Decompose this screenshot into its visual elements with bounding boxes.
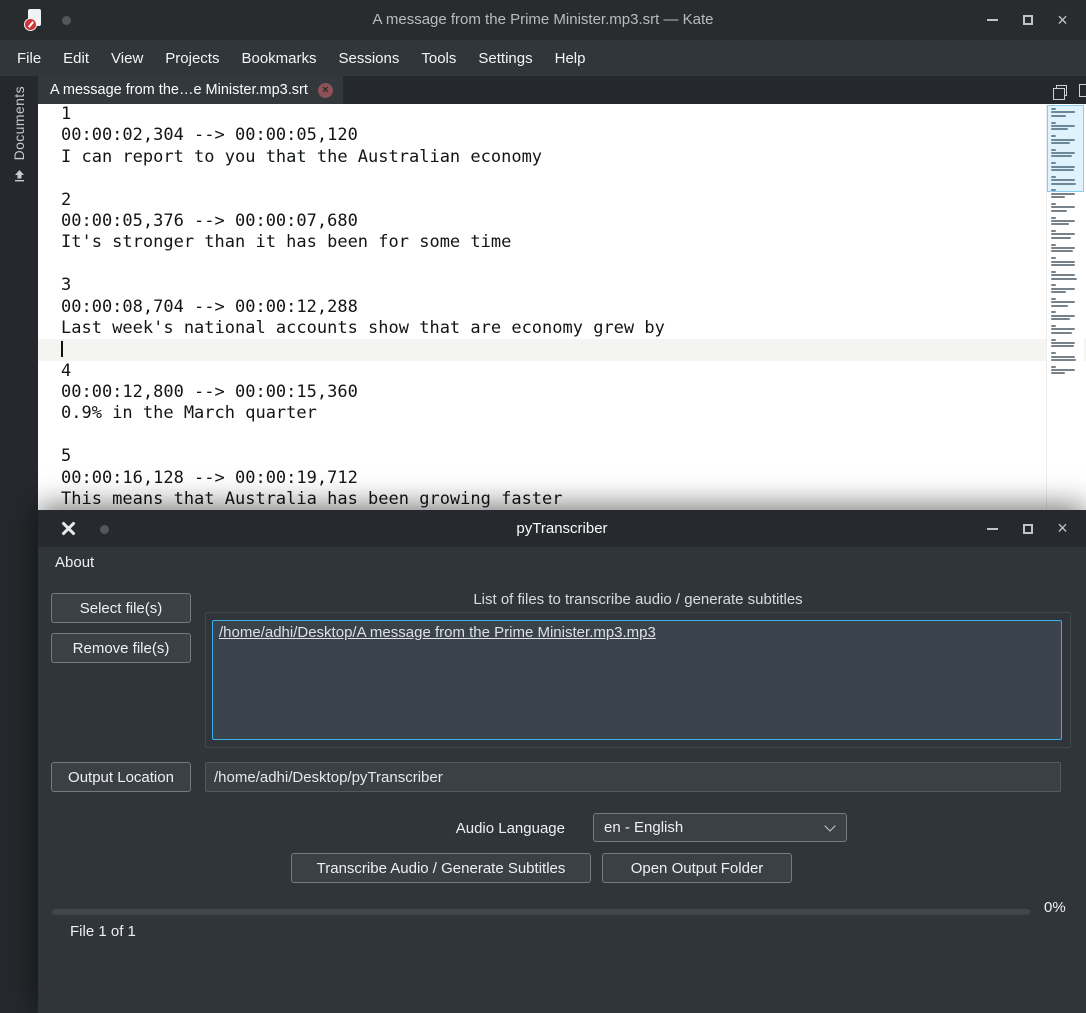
menu-item-projects[interactable]: Projects bbox=[154, 50, 230, 67]
editor-line[interactable] bbox=[38, 339, 1086, 361]
documents-sidebar[interactable]: Documents bbox=[0, 76, 38, 1013]
text-editor[interactable]: 1 00:00:02,304 --> 00:00:05,120 I can repo… bbox=[38, 104, 1086, 510]
progress-percent: 0% bbox=[1044, 899, 1066, 916]
menu-item-settings[interactable]: Settings bbox=[467, 50, 543, 67]
editor-lines: 1 00:00:02,304 --> 00:00:05,120 I can repo… bbox=[38, 104, 1086, 510]
editor-line[interactable]: This means that Australia has been growi… bbox=[38, 489, 1086, 510]
close-icon[interactable]: × bbox=[1045, 0, 1080, 40]
menu-item-file[interactable]: File bbox=[6, 50, 52, 67]
minimap-viewport[interactable] bbox=[1047, 105, 1084, 192]
audio-language-label: Audio Language bbox=[455, 820, 565, 837]
select-files-button[interactable]: Select file(s) bbox=[51, 593, 191, 623]
pytranscriber-window-controls: × bbox=[975, 510, 1080, 547]
audio-language-select[interactable]: en - English bbox=[593, 813, 847, 842]
tab-close-icon[interactable]: × bbox=[317, 82, 333, 98]
editor-line[interactable]: 1 bbox=[38, 104, 1086, 125]
file-list-item[interactable]: /home/adhi/Desktop/A message from the Pr… bbox=[219, 624, 1055, 641]
files-group-title: List of files to transcribe audio / gene… bbox=[473, 591, 803, 608]
kate-menubar: File Edit View Projects Bookmarks Sessions Too… bbox=[0, 40, 1086, 76]
audio-language-value: en - English bbox=[604, 819, 684, 836]
desktop: A message from the Prime Minister.mp3.sr… bbox=[0, 0, 1086, 1013]
pytranscriber-menubar: About bbox=[38, 547, 1086, 577]
output-location-button[interactable]: Output Location bbox=[51, 762, 191, 792]
pytranscriber-titlebar[interactable]: pyTranscriber × bbox=[38, 510, 1086, 547]
editor-line[interactable]: 00:00:16,128 --> 00:00:19,712 bbox=[38, 468, 1086, 489]
menu-item-sessions[interactable]: Sessions bbox=[328, 50, 411, 67]
menu-item-tools[interactable]: Tools bbox=[410, 50, 467, 67]
editor-line[interactable]: 2 bbox=[38, 190, 1086, 211]
editor-line[interactable] bbox=[38, 254, 1086, 275]
tab-srt-file[interactable]: A message from the…e Minister.mp3.srt × bbox=[38, 76, 343, 104]
tabbar-actions bbox=[1053, 76, 1086, 104]
duplicate-view-icon[interactable] bbox=[1053, 84, 1067, 100]
file-list[interactable]: /home/adhi/Desktop/A message from the Pr… bbox=[212, 620, 1062, 740]
editor-line[interactable]: 00:00:02,304 --> 00:00:05,120 bbox=[38, 125, 1086, 146]
kate-window-controls: × bbox=[975, 0, 1080, 40]
editor-line[interactable] bbox=[38, 168, 1086, 189]
open-output-folder-button[interactable]: Open Output Folder bbox=[602, 853, 792, 883]
editor-line[interactable]: 0.9% in the March quarter bbox=[38, 403, 1086, 424]
transcribe-button[interactable]: Transcribe Audio / Generate Subtitles bbox=[291, 853, 591, 883]
remove-files-button[interactable]: Remove file(s) bbox=[51, 633, 191, 663]
tab-label: A message from the…e Minister.mp3.srt bbox=[50, 82, 308, 98]
kate-tabbar: A message from the…e Minister.mp3.srt × bbox=[38, 76, 1086, 104]
minimize-icon[interactable] bbox=[975, 0, 1010, 40]
editor-line[interactable]: 00:00:05,376 --> 00:00:07,680 bbox=[38, 211, 1086, 232]
editor-line[interactable]: 5 bbox=[38, 446, 1086, 467]
pytranscriber-window: pyTranscriber × About Select file(s) Rem… bbox=[38, 510, 1086, 1013]
raise-panel-icon bbox=[14, 170, 24, 182]
file-counter: File 1 of 1 bbox=[70, 923, 136, 940]
progress-bar bbox=[51, 907, 1031, 915]
menu-item-bookmarks[interactable]: Bookmarks bbox=[230, 50, 327, 67]
editor-line[interactable]: 3 bbox=[38, 275, 1086, 296]
menu-item-edit[interactable]: Edit bbox=[52, 50, 100, 67]
editor-line[interactable] bbox=[38, 425, 1086, 446]
split-view-icon[interactable] bbox=[1079, 83, 1086, 97]
maximize-icon[interactable] bbox=[1010, 510, 1045, 547]
close-icon[interactable]: × bbox=[1045, 510, 1080, 547]
kate-titlebar[interactable]: A message from the Prime Minister.mp3.sr… bbox=[0, 0, 1086, 40]
output-location-field[interactable]: /home/adhi/Desktop/pyTranscriber bbox=[205, 762, 1061, 792]
documents-sidebar-label[interactable]: Documents bbox=[11, 86, 27, 160]
menu-item-view[interactable]: View bbox=[100, 50, 154, 67]
maximize-icon[interactable] bbox=[1010, 0, 1045, 40]
pytranscriber-window-title: pyTranscriber bbox=[516, 520, 608, 537]
editor-line[interactable]: 00:00:12,800 --> 00:00:15,360 bbox=[38, 382, 1086, 403]
menu-item-help[interactable]: Help bbox=[544, 50, 597, 67]
editor-line[interactable]: I can report to you that the Australian … bbox=[38, 147, 1086, 168]
minimap[interactable] bbox=[1046, 104, 1084, 510]
minimize-icon[interactable] bbox=[975, 510, 1010, 547]
text-cursor bbox=[61, 341, 63, 358]
editor-line[interactable]: Last week's national accounts show that … bbox=[38, 318, 1086, 339]
kate-window-title: A message from the Prime Minister.mp3.sr… bbox=[372, 11, 714, 28]
menu-item-about[interactable]: About bbox=[55, 554, 105, 571]
editor-line[interactable]: It's stronger than it has been for some … bbox=[38, 232, 1086, 253]
editor-line[interactable]: 4 bbox=[38, 361, 1086, 382]
editor-line[interactable]: 00:00:08,704 --> 00:00:12,288 bbox=[38, 297, 1086, 318]
chevron-down-icon bbox=[824, 820, 836, 832]
